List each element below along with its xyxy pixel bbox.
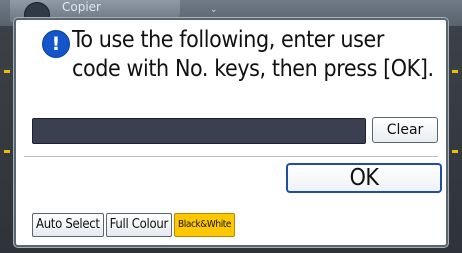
clear-button[interactable]: Clear: [372, 117, 438, 143]
info-icon: !: [42, 30, 70, 58]
edge-marker-left: [4, 150, 10, 153]
chevron-down-icon: ⌄: [210, 4, 218, 15]
color-mode-selector: Auto Select Full Colour Black&White: [32, 213, 236, 237]
edge-marker-right: [452, 70, 458, 73]
user-code-dialog: ! To use the following, enter user code …: [14, 18, 448, 247]
black-white-button[interactable]: Black&White: [173, 213, 236, 237]
divider: [24, 156, 438, 157]
user-code-field[interactable]: [32, 118, 366, 144]
full-colour-button[interactable]: Full Colour: [105, 213, 172, 237]
edge-marker-right: [452, 150, 458, 153]
auto-select-button[interactable]: Auto Select: [32, 213, 104, 237]
copier-tab-label: Copier: [62, 0, 101, 14]
ok-button[interactable]: OK: [286, 163, 442, 193]
dialog-message: To use the following, enter user code wi…: [72, 27, 434, 82]
edge-marker-left: [4, 70, 10, 73]
